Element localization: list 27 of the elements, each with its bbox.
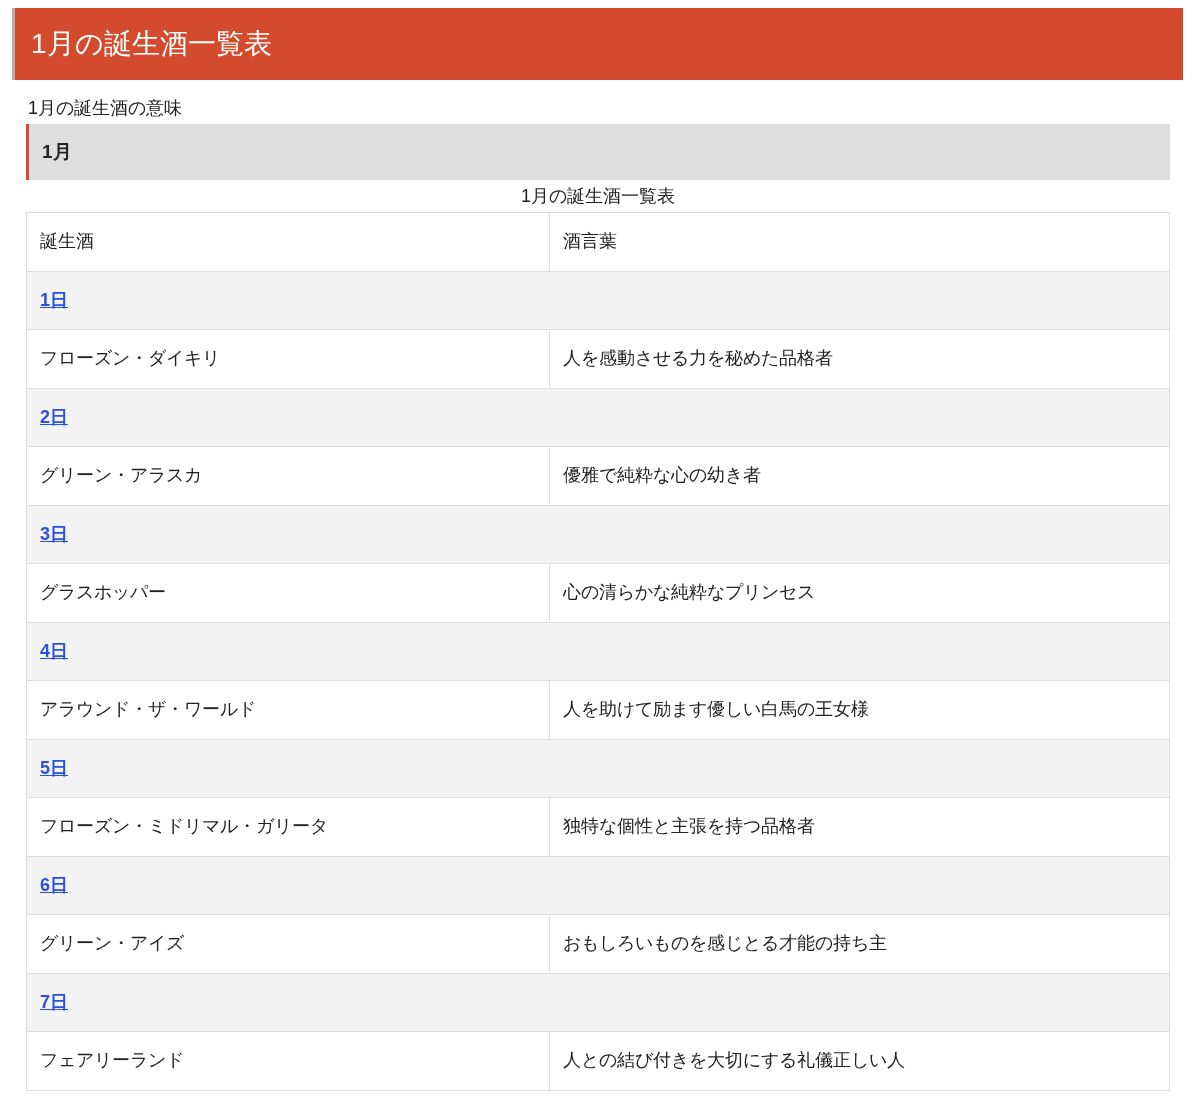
- date-link[interactable]: 6日: [40, 874, 68, 895]
- table-cell: アラウンド・ザ・ワールド: [26, 680, 550, 739]
- table-cell: 独特な個性と主張を持つ品格者: [549, 797, 1170, 856]
- date-link[interactable]: 3日: [40, 523, 68, 544]
- table-caption: 1月の誕生酒一覧表: [520, 185, 676, 208]
- intro-text: 1月の誕生酒の意味: [27, 97, 183, 120]
- table-cell: グリーン・アイズ: [26, 914, 550, 973]
- table-cell: 心の清らかな純粋なプリンセス: [549, 563, 1170, 622]
- table-cell: 人を感動させる力を秘めた品格者: [549, 329, 1170, 388]
- table-cell: フローズン・ミドリマル・ガリータ: [26, 797, 550, 856]
- date-link[interactable]: 2日: [40, 406, 68, 427]
- table-cell: グリーン・アラスカ: [26, 446, 550, 505]
- date-link[interactable]: 7日: [40, 991, 68, 1012]
- table-cell: グラスホッパー: [26, 563, 550, 622]
- section-heading: 1月: [26, 124, 1170, 180]
- table-cell: フェアリーランド: [26, 1031, 550, 1090]
- page-title: 1月の誕生酒一覧表: [12, 8, 1183, 80]
- table-cell: おもしろいものを感じとる才能の持ち主: [549, 914, 1170, 973]
- table-cell: 人を助けて励ます優しい白馬の王女様: [549, 680, 1170, 739]
- table-cell: 優雅で純粋な心の幼き者: [549, 446, 1170, 505]
- table-cell: 人との結び付きを大切にする礼儀正しい人: [549, 1031, 1170, 1090]
- column-header: 誕生酒: [26, 212, 550, 271]
- table-cell: フローズン・ダイキリ: [26, 329, 550, 388]
- column-header: 酒言葉: [549, 212, 1170, 271]
- date-link[interactable]: 5日: [40, 757, 68, 778]
- date-link[interactable]: 4日: [40, 640, 68, 661]
- date-link[interactable]: 1日: [40, 289, 68, 310]
